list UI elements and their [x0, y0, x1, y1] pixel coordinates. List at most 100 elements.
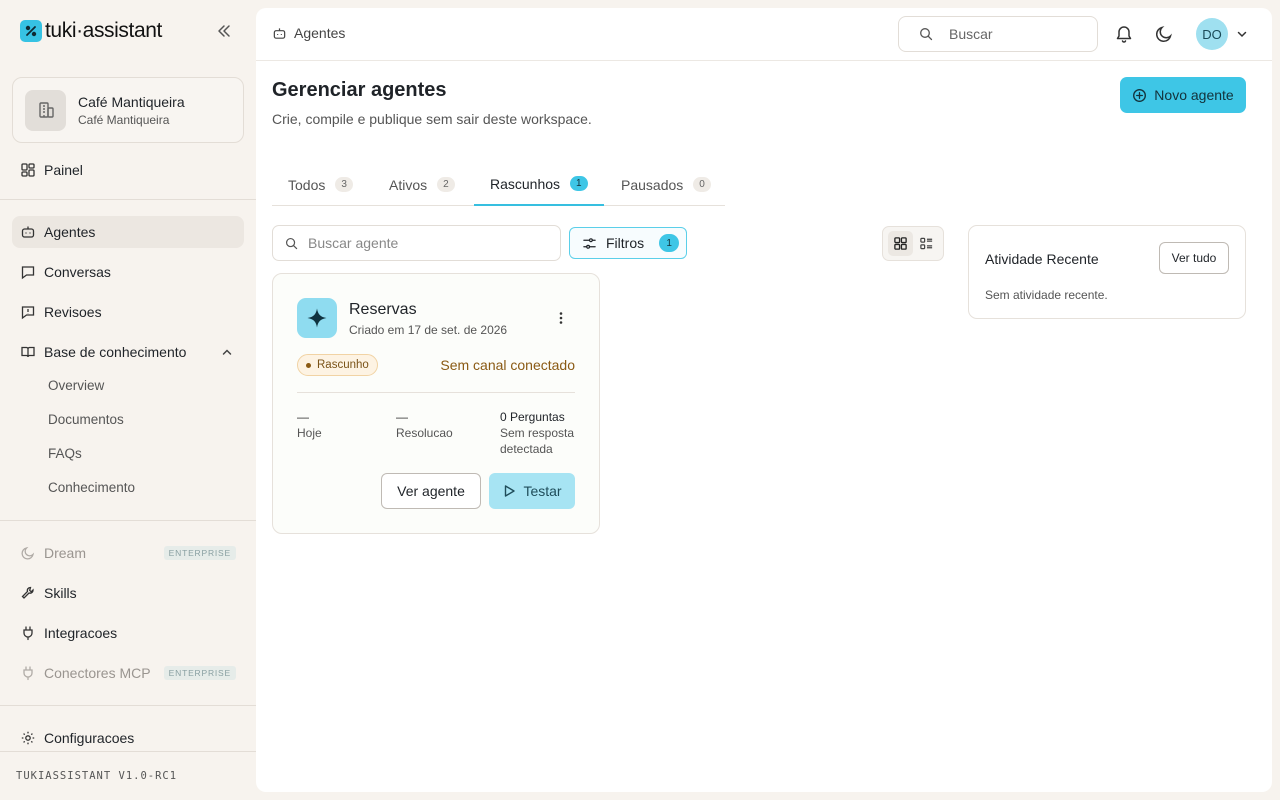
sidebar-subitem-conhecimento[interactable]: Conhecimento [48, 480, 135, 495]
building-icon [25, 89, 66, 131]
main-panel: Agentes Buscar DO Gerenciar agentes Crie… [256, 8, 1272, 792]
chevron-down-icon[interactable] [1236, 28, 1248, 40]
plug-icon [20, 665, 36, 681]
agent-tabs: Todos 3 Ativos 2 Rascunhos 1 Pausados 0 [272, 163, 725, 206]
grid-view-icon[interactable] [888, 231, 913, 256]
new-agent-button[interactable]: Novo agente [1120, 77, 1246, 113]
workspace-subtitle: Café Mantiqueira [78, 112, 170, 127]
sidebar-item-label: Dream [44, 545, 87, 561]
sidebar-item-label: Skills [44, 585, 77, 601]
divider [0, 520, 256, 521]
sidebar-item-painel[interactable]: Painel [12, 154, 244, 186]
metric-resolucao: — Resolucao [396, 409, 453, 441]
metric-value: 0 Perguntas [500, 410, 565, 424]
metric-label: detectada [500, 442, 553, 456]
channel-status: Sem canal conectado [440, 357, 575, 373]
dashboard-icon [20, 162, 36, 178]
search-icon [285, 237, 298, 250]
workspace-name: Café Mantiqueira [78, 93, 185, 110]
view-toggle [882, 226, 944, 261]
tab-label: Todos [288, 176, 326, 193]
divider [0, 751, 256, 752]
metric-perguntas: 0 Perguntas Sem resposta detectada [500, 409, 574, 457]
recent-activity-title: Atividade Recente [985, 251, 1099, 267]
divider [297, 392, 575, 393]
agent-created-date: Criado em 17 de set. de 2026 [349, 323, 508, 337]
global-search[interactable]: Buscar [898, 16, 1098, 52]
view-agent-button[interactable]: Ver agente [381, 473, 481, 509]
test-agent-button[interactable]: Testar [489, 473, 575, 509]
filters-button[interactable]: Filtros 1 [569, 227, 687, 259]
tab-label: Pausados [621, 176, 684, 193]
chevron-up-icon[interactable] [220, 345, 234, 359]
search-icon [919, 27, 933, 41]
agent-search-input[interactable] [308, 235, 548, 251]
metric-label: Sem resposta [500, 426, 575, 440]
tab-ativos[interactable]: Ativos 2 [373, 163, 471, 206]
breadcrumb: Agentes [272, 25, 345, 41]
theme-moon-icon[interactable] [1154, 24, 1174, 44]
workspace-switcher[interactable]: Café Mantiqueira Café Mantiqueira [12, 77, 244, 143]
enterprise-badge: ENTERPRISE [163, 666, 236, 680]
tab-count: 1 [570, 176, 588, 191]
chat-icon [20, 264, 36, 280]
sidebar-item-label: Conectores MCP [44, 665, 151, 681]
tab-count: 3 [335, 177, 353, 192]
agent-card[interactable]: Reservas Criado em 17 de set. de 2026 Ra… [272, 273, 600, 534]
topbar: Agentes Buscar DO [256, 8, 1272, 61]
filters-count: 1 [659, 234, 680, 252]
sidebar: tuki·assistant Café Mantiqueira Café Man… [0, 0, 256, 800]
metric-hoje: — Hoje [297, 409, 322, 441]
sidebar-item-label: Integracoes [44, 625, 118, 641]
collapse-sidebar-icon[interactable] [215, 22, 233, 40]
metric-label: Hoje [297, 426, 322, 440]
status-dot-icon [306, 362, 311, 368]
sidebar-item-dream[interactable]: Dream ENTERPRISE [12, 537, 244, 569]
list-view-icon[interactable] [914, 231, 939, 256]
tab-count: 0 [693, 177, 711, 192]
avatar[interactable]: DO [1196, 18, 1228, 50]
tab-todos[interactable]: Todos 3 [272, 163, 369, 206]
sidebar-item-integracoes[interactable]: Integracoes [12, 617, 244, 649]
filters-label: Filtros [606, 235, 645, 251]
more-vertical-icon[interactable] [553, 310, 569, 326]
sidebar-item-skills[interactable]: Skills [12, 577, 244, 609]
sidebar-item-base-conhecimento[interactable]: Base de conhecimento [12, 336, 244, 368]
metric-label: Resolucao [396, 426, 453, 440]
sidebar-item-revisoes[interactable]: Revisoes [12, 296, 244, 328]
agent-name: Reservas [349, 301, 417, 318]
sidebar-item-configuracoes[interactable]: Configuracoes [12, 722, 244, 754]
sliders-icon [582, 236, 597, 251]
sidebar-item-conectores-mcp[interactable]: Conectores MCP ENTERPRISE [12, 657, 244, 689]
gear-icon [20, 730, 36, 746]
wrench-icon [20, 585, 36, 601]
breadcrumb-current[interactable]: Agentes [294, 25, 345, 41]
tab-label: Rascunhos [490, 175, 561, 192]
enterprise-badge: ENTERPRISE [163, 546, 236, 560]
view-all-button[interactable]: Ver tudo [1159, 242, 1229, 274]
divider [0, 199, 256, 200]
tab-rascunhos[interactable]: Rascunhos 1 [474, 163, 604, 206]
sidebar-item-label: Configuracoes [44, 730, 135, 746]
tab-count: 2 [437, 177, 455, 192]
sidebar-subitem-overview[interactable]: Overview [48, 378, 104, 393]
app-version: TUKIASSISTANT V1.0-RC1 [16, 770, 178, 782]
recent-activity-card: Atividade Recente Ver tudo Sem atividade… [968, 225, 1246, 319]
metric-value: — [297, 410, 309, 424]
sidebar-item-agentes[interactable]: Agentes [12, 216, 244, 248]
sidebar-subitem-faqs[interactable]: FAQs [48, 446, 82, 461]
sidebar-item-label: Base de conhecimento [44, 344, 187, 360]
brand[interactable]: tuki·assistant [20, 19, 162, 43]
tab-label: Ativos [389, 176, 428, 193]
bell-icon[interactable] [1114, 24, 1134, 44]
sidebar-item-conversas[interactable]: Conversas [12, 256, 244, 288]
status-badge-label: Rascunho [317, 359, 369, 371]
tab-pausados[interactable]: Pausados 0 [605, 163, 727, 206]
status-badge: Rascunho [297, 354, 378, 376]
sidebar-subitem-documentos[interactable]: Documentos [48, 412, 124, 427]
sidebar-item-label: Agentes [44, 224, 96, 240]
brand-name: tuki·assistant [45, 19, 162, 42]
global-search-placeholder: Buscar [949, 26, 993, 42]
page-title: Gerenciar agentes [272, 79, 447, 101]
book-icon [20, 344, 36, 360]
